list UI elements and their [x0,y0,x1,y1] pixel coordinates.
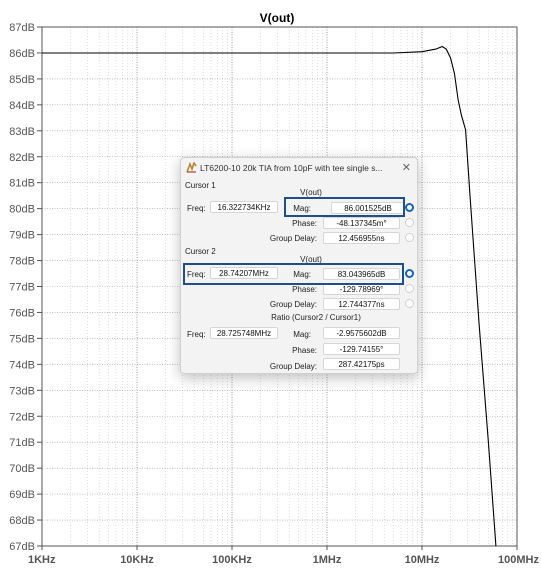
y-tick-label: 87dB [9,22,35,34]
cursor2-gd-field[interactable]: 12.744377ns [323,298,400,310]
cursor-dialog[interactable]: LT6200-10 20k TIA from 10pF with tee sin… [180,157,418,374]
x-tick-label: 1KHz [28,554,56,566]
y-tick-label: 77dB [9,282,35,294]
ratio-gd-label: Group Delay: [269,362,317,371]
cursor2-phase-radio[interactable] [405,284,414,293]
y-tick-label: 80dB [9,204,35,216]
y-tick-label: 74dB [9,359,35,371]
x-tick-label: 1MHz [313,554,342,566]
x-tick-label: 10MHz [405,554,440,566]
y-tick-label: 81dB [9,178,35,190]
cursor2-trace-label: V(out) [300,255,322,264]
cursor2-phase-label: Phase: [292,285,317,294]
ratio-heading: Ratio (Cursor2 / Cursor1) [271,313,361,322]
y-tick-label: 75dB [9,333,35,345]
y-tick-label: 68dB [9,515,35,527]
cursor2-mag-radio[interactable] [405,269,414,278]
ratio-phase-field[interactable]: -129.74155° [323,343,400,355]
x-tick-label: 100KHz [212,554,252,566]
trace-title[interactable]: V(out) [260,11,295,25]
cursor2-freq-field[interactable]: 28.74207MHz [210,267,278,279]
y-tick-label: 86dB [9,48,35,60]
x-tick-label: 100MHz [498,554,539,566]
cursor1-mag-radio[interactable] [405,203,414,212]
cursor2-gd-label: Group Delay: [269,300,317,309]
y-tick-label: 72dB [9,411,35,423]
y-tick-label: 78dB [9,256,35,268]
close-icon[interactable]: ✕ [402,161,411,174]
cursor1-gd-radio[interactable] [405,233,414,242]
y-axis: 87dB 86dB 85dB 84dB 83dB 82dB 81dB 80dB 79dB 78dB… [9,22,42,553]
cursor2-freq-label: Freq: [187,270,206,279]
y-tick-label: 71dB [9,437,35,449]
cursor2-mag-field[interactable]: 83.043965dB [323,268,400,280]
cursor1-gd-label: Group Delay: [269,234,317,243]
cursor1-phase-field[interactable]: -48.137345m° [323,217,400,229]
cursor1-mag-field[interactable]: 86.001525dB [331,202,405,214]
dialog-titlebar[interactable]: LT6200-10 20k TIA from 10pF with tee sin… [181,158,417,178]
y-tick-label: 76dB [9,307,35,319]
y-tick-label: 85dB [9,74,35,86]
cursor1-freq-field[interactable]: 16.322734KHz [210,201,278,213]
cursor2-gd-radio[interactable] [405,299,414,308]
cursor1-mag-label: Mag: [293,204,311,213]
ratio-mag-label: Mag: [293,330,311,339]
y-tick-label: 79dB [9,230,35,242]
ratio-gd-field[interactable]: 287.42175ps [323,358,400,370]
ltspice-icon [186,162,197,173]
cursor1-heading: Cursor 1 [185,181,216,190]
ratio-freq-field[interactable]: 28.725748MHz [210,327,278,339]
y-tick-label: 84dB [9,100,35,112]
ratio-mag-field[interactable]: -2.9575602dB [323,327,400,339]
ratio-freq-label: Freq: [187,330,206,339]
cursor1-phase-radio[interactable] [405,218,414,227]
y-tick-label: 82dB [9,152,35,164]
cursor1-phase-label: Phase: [292,219,317,228]
y-tick-label: 73dB [9,385,35,397]
y-tick-label: 67dB [9,541,35,553]
cursor2-phase-field[interactable]: -129.78969° [323,283,400,295]
dialog-title: LT6200-10 20k TIA from 10pF with tee sin… [200,163,383,173]
cursor1-gd-field[interactable]: 12.456955ns [323,232,400,244]
cursor2-mag-label: Mag: [293,270,311,279]
x-tick-label: 10KHz [120,554,154,566]
ratio-phase-label: Phase: [292,346,317,355]
cursor1-freq-label: Freq: [187,204,206,213]
cursor2-heading: Cursor 2 [185,247,216,256]
x-axis: 1KHz 10KHz 100KHz 1MHz 10MHz 100MHz [28,546,539,566]
y-tick-label: 69dB [9,489,35,501]
y-tick-label: 70dB [9,463,35,475]
y-tick-label: 83dB [9,126,35,138]
cursor1-trace-label: V(out) [300,188,322,197]
